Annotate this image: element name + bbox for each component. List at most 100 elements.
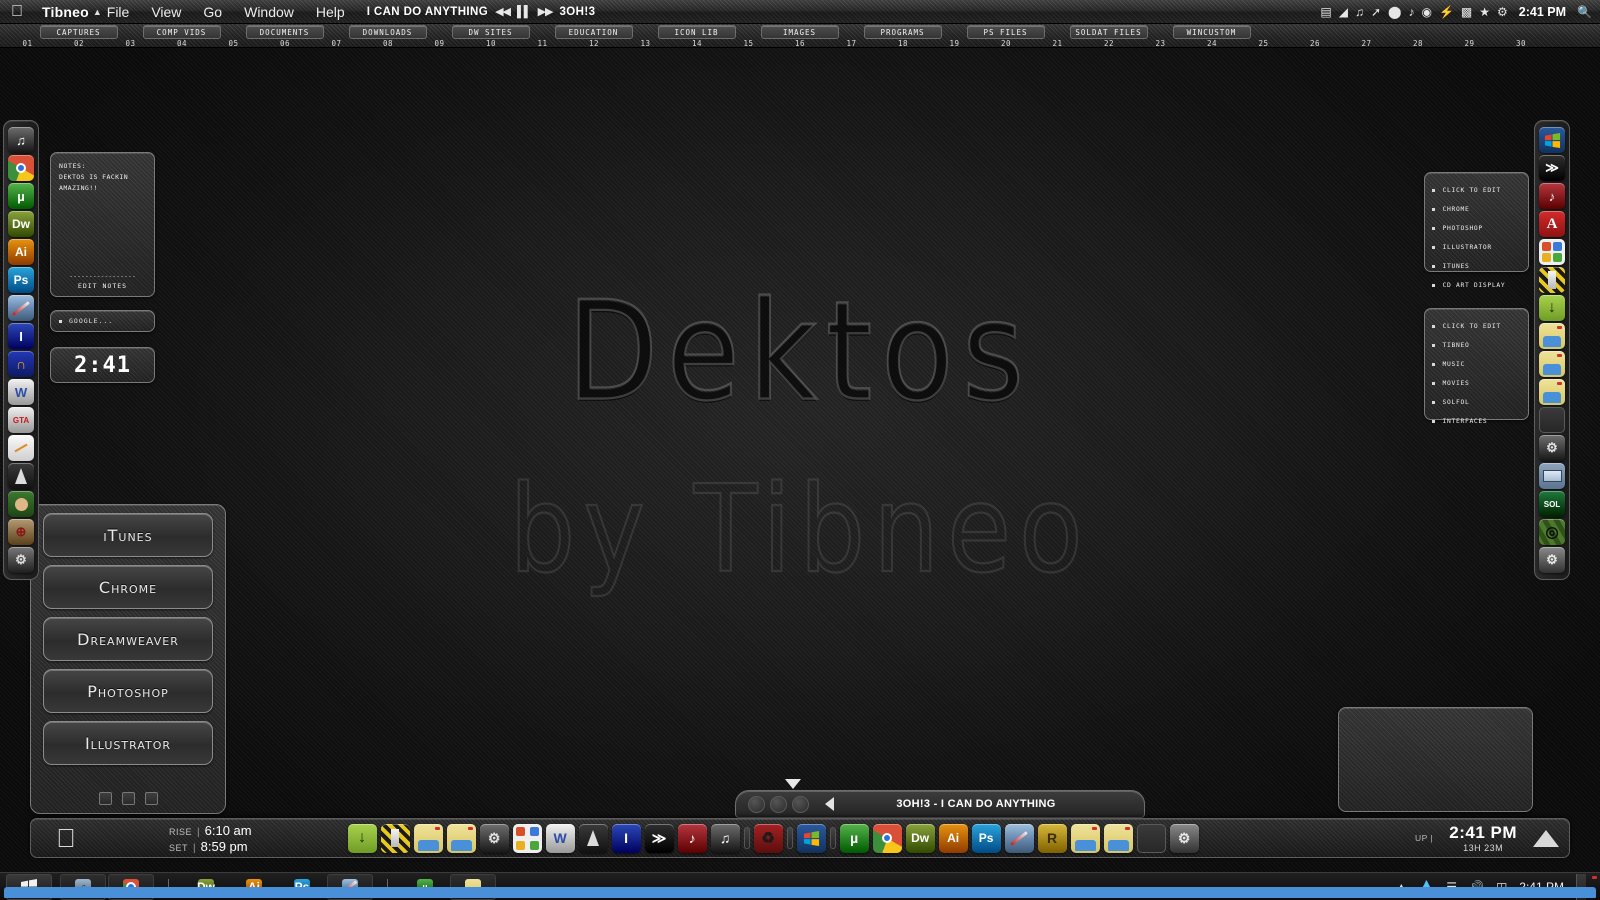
hazard-icon[interactable] [1539, 267, 1565, 293]
dreamweaver-icon[interactable]: Dw [905, 823, 935, 853]
media-bar-bubbles[interactable] [748, 795, 809, 813]
recycle-bin-icon[interactable]: ♻ [753, 823, 783, 853]
menu-item-go[interactable]: Go [203, 4, 222, 20]
launcher-button-photoshop[interactable]: Photoshop [43, 669, 213, 713]
tab-slot[interactable]: SOLDAT FILES 22 [1069, 24, 1148, 47]
shortcut-list-panel-2[interactable]: CLICK TO EDIT TIBNEO MUSIC MOVIES SOLFOL INTE… [1424, 308, 1529, 425]
music-clef-icon[interactable]: ♪ [677, 823, 707, 853]
photoshop-icon[interactable]: Ps [8, 267, 34, 293]
illustrator-icon[interactable]: Ai [8, 239, 34, 265]
gta-icon[interactable]: GTA [8, 407, 34, 433]
photoshop-icon[interactable]: Ps [971, 823, 1001, 853]
music-icon[interactable]: ♪ [1408, 6, 1414, 18]
photo-editor-icon[interactable] [1004, 823, 1034, 853]
launcher-button-itunes[interactable]: iTunes [43, 513, 213, 557]
game-avatar-icon[interactable] [8, 491, 34, 517]
list-item[interactable]: MUSIC [1425, 355, 1528, 374]
itunes-icon[interactable]: ♫ [8, 127, 34, 153]
next-track-icon[interactable]: ▶▶ [538, 5, 554, 18]
settings-gear-icon[interactable]: ⚙ [8, 547, 34, 573]
google-search-widget[interactable]: GOOGLE... [50, 310, 155, 332]
google-search-input[interactable]: GOOGLE... [69, 317, 113, 325]
soldat-icon[interactable]: SOL [1539, 491, 1565, 517]
edit-notes-button[interactable]: EDIT NOTES [51, 282, 154, 290]
launcher-button-chrome[interactable]: Chrome [43, 565, 213, 609]
launcher-pager[interactable] [31, 792, 225, 805]
headphones-icon[interactable]: ∩ [8, 351, 34, 377]
battery-icon[interactable]: ◢ [1339, 6, 1348, 18]
tab-slot[interactable]: ICON LIB 14 [657, 24, 736, 47]
tab-slot[interactable]: 27 [1341, 24, 1392, 47]
tab-slot[interactable]: 26 [1290, 24, 1341, 47]
launcher-page-dot[interactable] [98, 792, 112, 805]
media-player-icon[interactable]: ≫ [1539, 155, 1565, 181]
tab-slot[interactable]: CAPTURES 02 [39, 24, 118, 47]
taskbar-folder[interactable] [4, 876, 1597, 898]
rainmeter-icon[interactable]: R [1037, 823, 1067, 853]
media-bar[interactable]: 3OH!3 - I CAN DO ANYTHING [735, 790, 1145, 818]
tab-slot[interactable]: DOWNLOADS 08 [348, 24, 427, 47]
menu-item-view[interactable]: View [151, 4, 181, 20]
bolt-icon[interactable]: ⚡ [1439, 6, 1454, 18]
tab-slot[interactable]: PS FILES 20 [966, 24, 1045, 47]
pencil-icon[interactable]: ➚ [1371, 6, 1381, 18]
empty-floating-panel[interactable] [1338, 707, 1533, 812]
list-item[interactable]: CLICK TO EDIT [1425, 181, 1528, 200]
bed-icon[interactable]: ▤ [1320, 6, 1331, 18]
tab-slot[interactable]: DW SITES 10 [451, 24, 530, 47]
folder-icon[interactable] [413, 823, 443, 853]
illustrator-icon[interactable]: Ai [938, 823, 968, 853]
cone-icon[interactable] [578, 823, 608, 853]
list-item[interactable]: INTERFACES [1425, 412, 1528, 431]
office-icon[interactable] [512, 823, 542, 853]
list-item[interactable]: PHOTOSHOP [1425, 219, 1528, 238]
apple-logo-icon[interactable]:  [4, 3, 30, 20]
tab-slot[interactable]: EDUCATION 12 [554, 24, 633, 47]
windows-icon[interactable] [796, 823, 826, 853]
taskbar-folder[interactable] [4, 873, 1597, 900]
irfanview-icon[interactable]: I [611, 823, 641, 853]
play-triangle-icon[interactable] [825, 797, 834, 811]
utorrent-icon[interactable]: µ [839, 823, 869, 853]
paint-icon[interactable] [8, 435, 34, 461]
folder-icon[interactable] [1070, 823, 1100, 853]
notes-widget[interactable]: NOTES: DEKTOS IS FACKIN AMAZING!! ------… [50, 152, 155, 297]
tab-slot[interactable]: 30 [1496, 24, 1547, 47]
list-item[interactable]: ILLUSTRATOR [1425, 238, 1528, 257]
hazard-icon[interactable] [380, 823, 410, 853]
chrome-icon[interactable]: ◉ [1421, 6, 1431, 18]
display-icon[interactable] [1539, 463, 1565, 489]
tab-slot[interactable]: COMP VIDS 04 [142, 24, 221, 47]
tab-slot[interactable]: WINCUSTOM 24 [1172, 24, 1251, 47]
dreamweaver-icon[interactable]: Dw [8, 211, 34, 237]
dock-apple-logo-icon[interactable]:  [31, 825, 101, 851]
crosshair-icon[interactable]: ⊕ [8, 519, 34, 545]
word-icon[interactable]: W [545, 823, 575, 853]
launcher-page-dot[interactable] [144, 792, 158, 805]
launcher-button-illustrator[interactable]: Illustrator [43, 721, 213, 765]
list-item[interactable]: TIBNEO [1425, 336, 1528, 355]
itunes-icon[interactable]: ♫ [710, 823, 740, 853]
tab-slot[interactable]: 25 [1238, 24, 1289, 47]
media-player-icon[interactable]: ≫ [644, 823, 674, 853]
tab-slot[interactable]: 28 [1393, 24, 1444, 47]
gear-icon[interactable]: ⚙ [1539, 547, 1565, 573]
list-item[interactable]: MOVIES [1425, 374, 1528, 393]
music-clef-icon[interactable]: ♪ [1539, 183, 1565, 209]
pause-icon[interactable]: ▌▌ [517, 6, 532, 18]
folder-icon[interactable] [1103, 823, 1133, 853]
gear-icon[interactable]: ⚙ [1169, 823, 1199, 853]
folder-icon[interactable] [1539, 323, 1565, 349]
media-bar-arrow-icon[interactable] [785, 779, 801, 789]
gear-icon[interactable]: ⚙ [479, 823, 509, 853]
star-icon[interactable]: ★ [1479, 6, 1490, 18]
windows-icon[interactable] [1539, 127, 1565, 153]
tab-slot[interactable]: IMAGES 16 [760, 24, 839, 47]
photo-editor-icon[interactable] [8, 295, 34, 321]
menu-owner-name[interactable]: Tibneo [42, 4, 89, 20]
menu-item-window[interactable]: Window [244, 4, 294, 20]
list-item[interactable]: CHROME [1425, 200, 1528, 219]
office-icon[interactable] [1539, 239, 1565, 265]
tab-slot[interactable]: PROGRAMS 18 [863, 24, 942, 47]
trash-icon[interactable]: ▩ [1461, 6, 1472, 18]
